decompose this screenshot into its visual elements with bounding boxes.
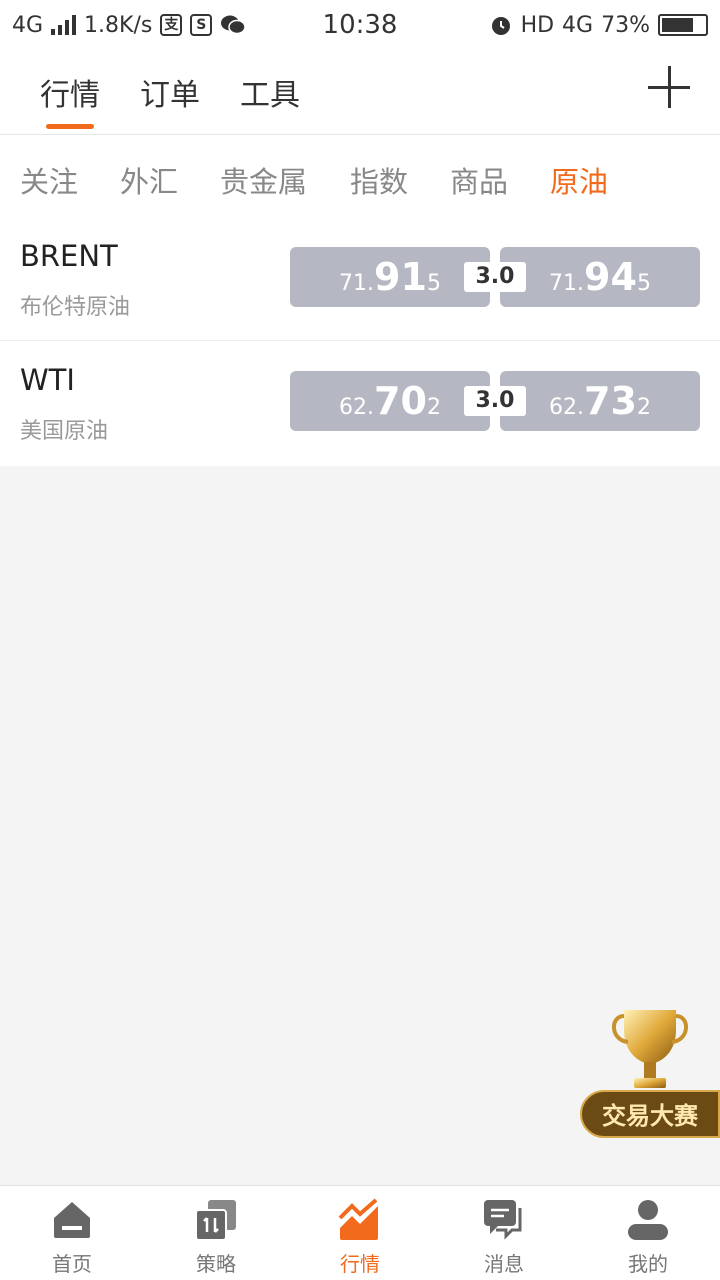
wechat-icon bbox=[221, 15, 247, 35]
spread-badge: 3.0 bbox=[464, 262, 526, 292]
sell-price-button[interactable]: 71. 91 5 bbox=[290, 247, 490, 307]
price-prefix: 62. bbox=[549, 395, 585, 420]
battery-percent: 73% bbox=[601, 12, 650, 38]
tab-watchlist[interactable]: 关注 bbox=[20, 159, 78, 201]
signal-icon bbox=[51, 15, 77, 35]
buy-price-button[interactable]: 62. 73 2 bbox=[500, 371, 700, 431]
nav-label: 策略 bbox=[196, 1252, 236, 1276]
spread-badge: 3.0 bbox=[464, 386, 526, 416]
quote-symbol: BRENT bbox=[20, 239, 118, 273]
tab-crude-oil[interactable]: 原油 bbox=[550, 159, 608, 201]
trading-contest-badge[interactable]: 交易大赛 bbox=[580, 1000, 720, 1140]
quote-row-brent[interactable]: BRENT 布伦特原油 71. 91 5 71. 94 5 3.0 bbox=[0, 217, 720, 341]
price-suffix: 2 bbox=[426, 395, 441, 420]
tab-market[interactable]: 行情 bbox=[40, 70, 100, 129]
tab-tools[interactable]: 工具 bbox=[240, 70, 300, 114]
alipay-icon: 支 bbox=[160, 14, 183, 36]
sell-price-button[interactable]: 62. 70 2 bbox=[290, 371, 490, 431]
trophy-icon bbox=[612, 1010, 688, 1088]
tab-indices[interactable]: 指数 bbox=[350, 159, 408, 201]
tab-precious-metals[interactable]: 贵金属 bbox=[220, 159, 307, 201]
profile-icon bbox=[628, 1200, 668, 1240]
nav-market[interactable]: 行情 bbox=[288, 1186, 432, 1280]
chart-icon bbox=[338, 1198, 378, 1240]
home-icon bbox=[54, 1202, 90, 1238]
status-bar: 4G 1.8K/s 支 S 10:38 HD 4G 73% bbox=[0, 0, 720, 50]
top-navigation: 行情 订单 工具 bbox=[0, 50, 720, 135]
alarm-icon bbox=[491, 17, 510, 35]
network-type: 4G bbox=[12, 12, 44, 38]
price-main: 94 bbox=[584, 255, 637, 299]
nav-home[interactable]: 首页 bbox=[0, 1186, 144, 1280]
category-tabs: 关注 外汇 贵金属 指数 商品 原油 bbox=[0, 135, 720, 217]
s-icon: S bbox=[190, 14, 213, 36]
price-suffix: 5 bbox=[426, 271, 441, 296]
nav-strategy[interactable]: 策略 bbox=[144, 1186, 288, 1280]
tab-forex[interactable]: 外汇 bbox=[120, 159, 178, 201]
strategy-icon bbox=[195, 1200, 236, 1241]
nav-label: 消息 bbox=[484, 1252, 524, 1276]
price-main: 70 bbox=[374, 379, 427, 423]
tab-commodities[interactable]: 商品 bbox=[450, 159, 508, 201]
price-prefix: 62. bbox=[339, 395, 375, 420]
quote-row-wti[interactable]: WTI 美国原油 62. 70 2 62. 73 2 3.0 bbox=[0, 341, 720, 466]
price-suffix: 5 bbox=[636, 271, 651, 296]
nav-label: 首页 bbox=[52, 1252, 92, 1276]
contest-label: 交易大赛 bbox=[580, 1090, 720, 1138]
nav-messages[interactable]: 消息 bbox=[432, 1186, 576, 1280]
tab-orders[interactable]: 订单 bbox=[140, 70, 200, 114]
network-speed: 1.8K/s bbox=[84, 12, 153, 38]
hd-indicator: HD bbox=[520, 12, 555, 38]
price-prefix: 71. bbox=[339, 271, 375, 296]
buy-price-button[interactable]: 71. 94 5 bbox=[500, 247, 700, 307]
nav-profile[interactable]: 我的 bbox=[576, 1186, 720, 1280]
message-icon bbox=[484, 1200, 522, 1240]
quote-symbol: WTI bbox=[20, 363, 75, 397]
add-button[interactable] bbox=[648, 66, 690, 108]
bottom-navigation: 首页 策略 行情 消息 我的 bbox=[0, 1185, 720, 1280]
nav-label: 我的 bbox=[628, 1252, 668, 1276]
price-main: 73 bbox=[584, 379, 637, 423]
quote-name: 美国原油 bbox=[20, 419, 109, 444]
nav-label: 行情 bbox=[340, 1252, 380, 1276]
price-suffix: 2 bbox=[636, 395, 651, 420]
quote-name: 布伦特原油 bbox=[20, 295, 131, 320]
network-type-right: 4G bbox=[562, 12, 594, 38]
price-prefix: 71. bbox=[549, 271, 585, 296]
quote-list: BRENT 布伦特原油 71. 91 5 71. 94 5 3.0 WTI 美国原油 6… bbox=[0, 217, 720, 466]
battery-icon bbox=[658, 14, 708, 36]
price-main: 91 bbox=[374, 255, 427, 299]
